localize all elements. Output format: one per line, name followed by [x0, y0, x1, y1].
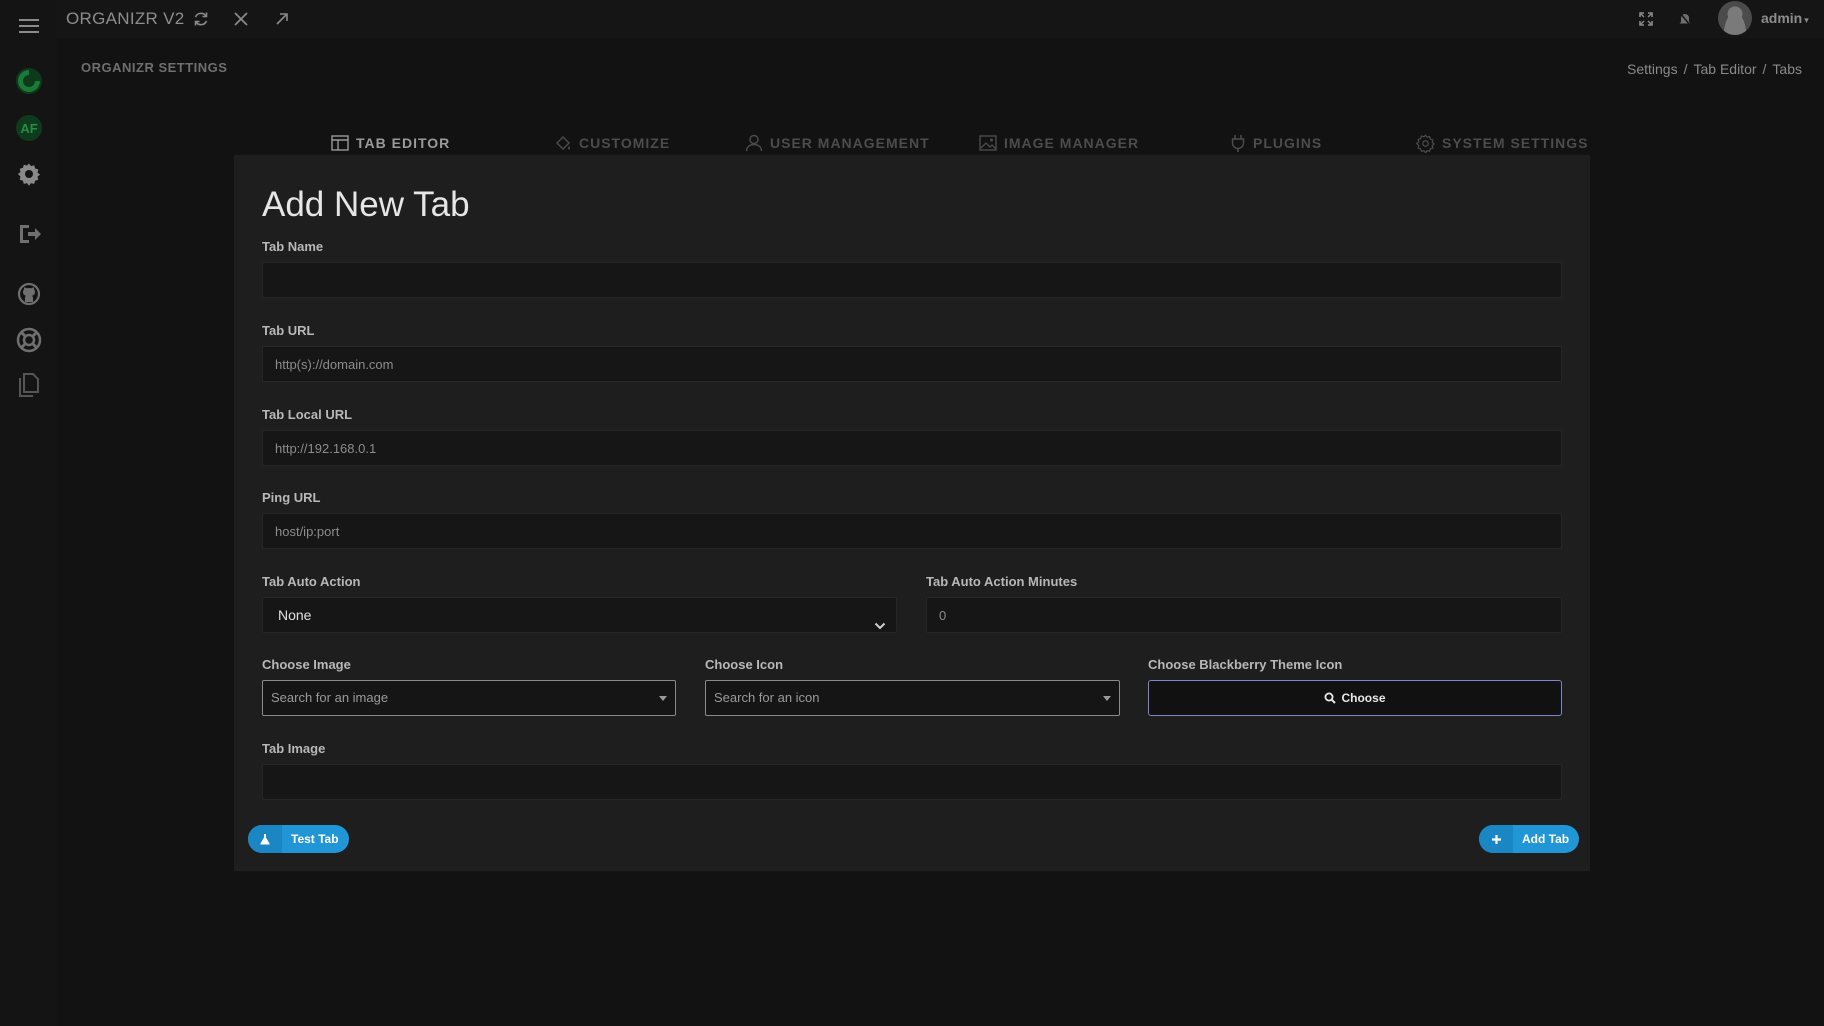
choose-bb-icon-button[interactable]: Choose	[1148, 680, 1562, 716]
caret-down-icon: ▾	[1804, 15, 1809, 25]
tab-label: SYSTEM SETTINGS	[1442, 135, 1589, 151]
search-icon	[1324, 692, 1341, 704]
choose-button-label: Choose	[1341, 691, 1386, 705]
svg-text:AF: AF	[20, 121, 37, 136]
test-tab-label: Test Tab	[291, 832, 339, 846]
tab-image-input[interactable]	[262, 764, 1562, 800]
choose-image-select[interactable]: Search for an image	[262, 680, 676, 716]
tab-name-input[interactable]	[262, 262, 1562, 298]
sidebar: AF	[0, 0, 57, 1026]
plus-icon	[1479, 825, 1513, 853]
tab-url-input[interactable]	[262, 346, 1562, 382]
tab-user-management[interactable]: USER MANAGEMENT	[745, 132, 930, 154]
menu-icon[interactable]	[0, 6, 57, 46]
tab-auto-action-label: Tab Auto Action	[262, 574, 361, 589]
gear-icon[interactable]	[0, 154, 57, 194]
tab-tab-editor[interactable]: TAB EDITOR	[331, 132, 450, 154]
tab-plugins[interactable]: PLUGINS	[1230, 132, 1322, 154]
breadcrumb-tab-editor[interactable]: Tab Editor	[1693, 61, 1756, 77]
topbar: ORGANIZR V2	[57, 0, 1824, 38]
external-link-icon[interactable]	[271, 8, 293, 30]
organizr-logo-icon[interactable]	[0, 61, 57, 101]
tab-url-label: Tab URL	[262, 323, 315, 338]
breadcrumb: Settings / Tab Editor / Tabs	[1627, 61, 1802, 77]
tab-auto-action-select[interactable]: None	[262, 597, 897, 633]
tab-name-label: Tab Name	[262, 239, 324, 254]
add-tab-panel: Add New Tab Tab Name Tab URL Tab Local U…	[234, 155, 1590, 871]
logout-icon[interactable]	[0, 214, 57, 254]
choose-image-placeholder: Search for an image	[271, 690, 389, 705]
close-icon[interactable]	[230, 8, 252, 30]
ping-url-label: Ping URL	[262, 490, 321, 505]
add-tab-label: Add Tab	[1522, 832, 1570, 846]
add-tab-button[interactable]: Add Tab	[1479, 825, 1580, 853]
page-heading: ORGANIZR SETTINGS	[81, 60, 228, 75]
breadcrumb-separator: /	[1683, 61, 1688, 77]
tab-auto-action-minutes-input[interactable]	[926, 597, 1562, 633]
tab-local-url-input[interactable]	[262, 430, 1562, 466]
chevron-down-icon	[874, 609, 886, 643]
tab-customize[interactable]: CUSTOMIZE	[554, 132, 670, 154]
tab-auto-action-value: None	[278, 607, 312, 623]
user-name: admin	[1761, 10, 1803, 26]
tab-editor-icon	[331, 134, 349, 152]
breadcrumb-separator: /	[1762, 61, 1767, 77]
test-tab-button[interactable]: Test Tab	[248, 825, 349, 853]
help-lifebuoy-icon[interactable]	[0, 320, 57, 360]
panel-title: Add New Tab	[262, 185, 470, 224]
choose-bb-icon-label: Choose Blackberry Theme Icon	[1148, 657, 1343, 672]
image-icon	[979, 134, 997, 152]
dropdown-arrow-icon	[659, 696, 667, 701]
tab-label: PLUGINS	[1253, 135, 1323, 151]
choose-icon-placeholder: Search for an icon	[714, 690, 820, 705]
tab-image-label: Tab Image	[262, 741, 326, 756]
tab-image-manager[interactable]: IMAGE MANAGER	[979, 132, 1139, 154]
github-icon[interactable]	[0, 274, 57, 314]
tab-system-settings[interactable]: SYSTEM SETTINGS	[1416, 132, 1588, 154]
user-menu[interactable]: admin ▾	[1761, 0, 1809, 36]
breadcrumb-settings[interactable]: Settings	[1627, 61, 1678, 77]
refresh-icon[interactable]	[190, 8, 212, 30]
fullscreen-icon[interactable]	[1635, 8, 1657, 30]
plug-icon	[1230, 134, 1246, 152]
avatar[interactable]	[1718, 1, 1752, 35]
choose-icon-label: Choose Icon	[705, 657, 784, 672]
choose-image-label: Choose Image	[262, 657, 351, 672]
notifications-icon[interactable]	[1674, 8, 1696, 30]
tab-auto-action-minutes-label: Tab Auto Action Minutes	[926, 574, 1078, 589]
paint-bucket-icon	[554, 134, 572, 152]
app-logo-icon[interactable]: AF	[0, 108, 57, 148]
tab-label: CUSTOMIZE	[579, 135, 671, 151]
tab-label: IMAGE MANAGER	[1004, 135, 1140, 151]
user-icon	[745, 134, 763, 152]
tab-label: USER MANAGEMENT	[770, 135, 930, 151]
flask-icon	[248, 825, 282, 853]
breadcrumb-tabs: Tabs	[1772, 61, 1802, 77]
gear-icon	[1416, 133, 1435, 153]
choose-icon-select[interactable]: Search for an icon	[705, 680, 1120, 716]
dropdown-arrow-icon	[1103, 696, 1111, 701]
ping-url-input[interactable]	[262, 513, 1562, 549]
tab-local-url-label: Tab Local URL	[262, 407, 353, 422]
tab-label: TAB EDITOR	[356, 135, 451, 151]
docs-icon[interactable]	[0, 365, 57, 405]
app-title: ORGANIZR V2	[66, 9, 185, 28]
